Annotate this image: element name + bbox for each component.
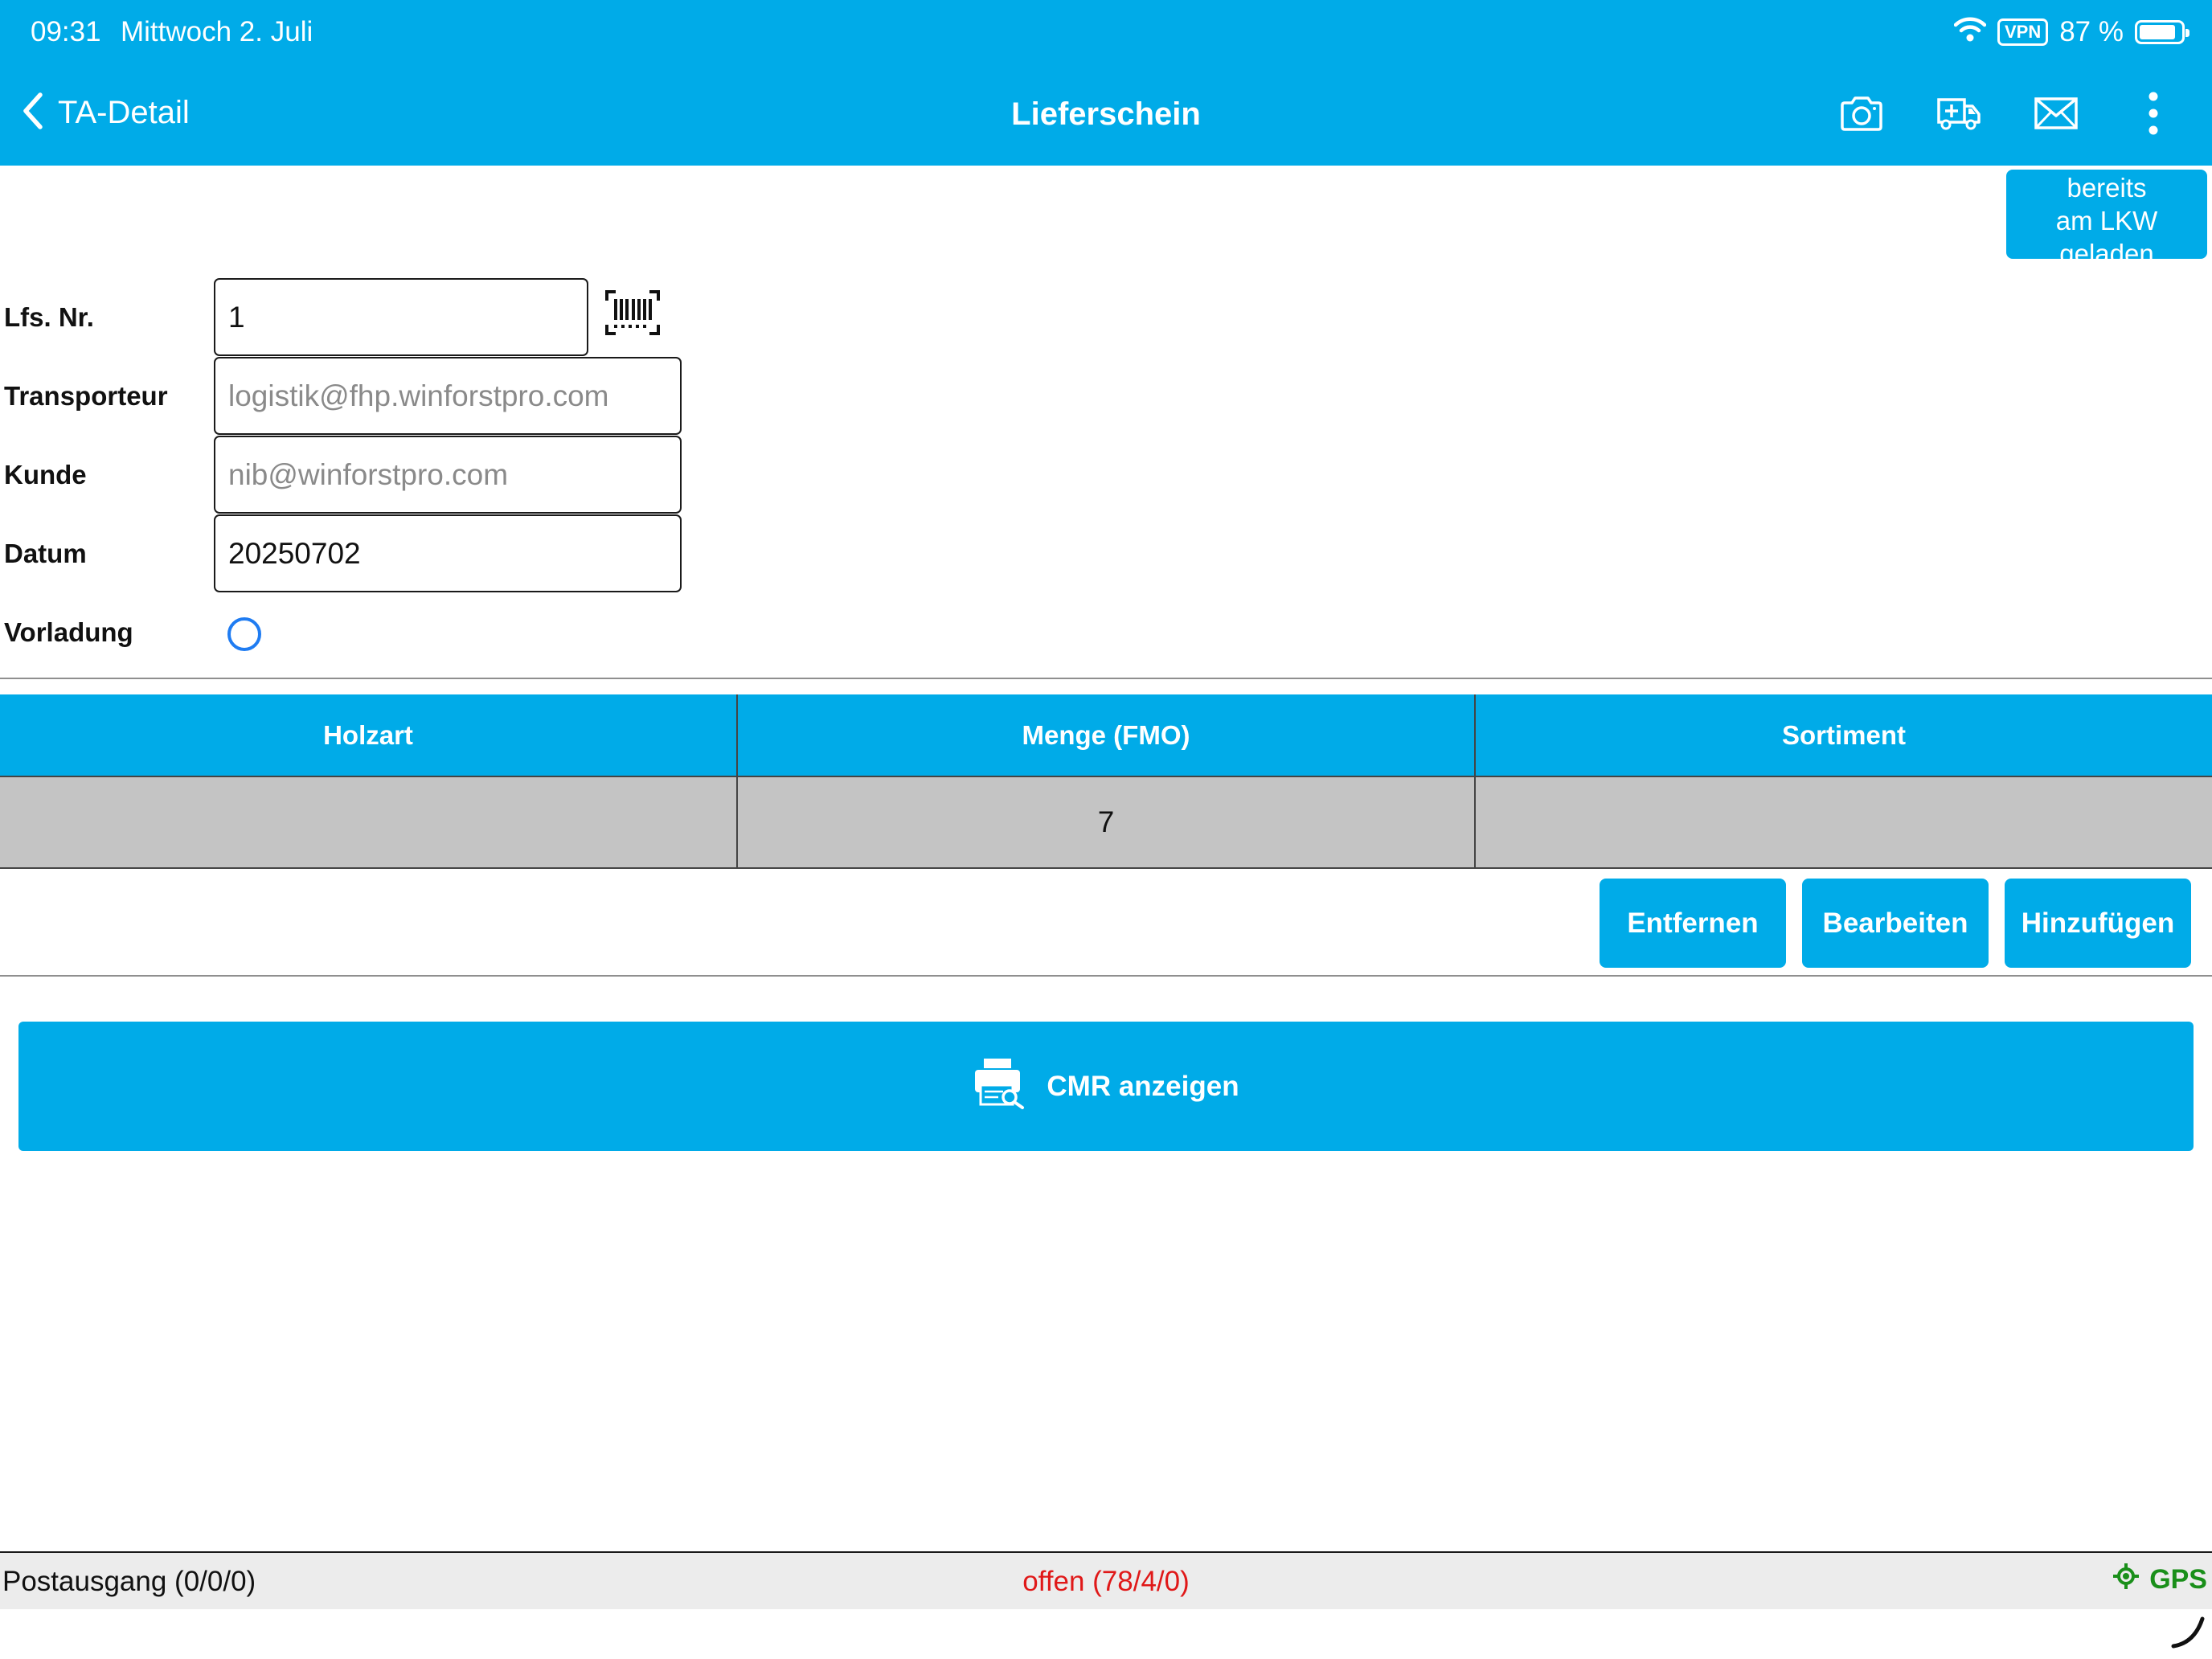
table-row[interactable]: 7	[0, 776, 2212, 869]
datum-label: Datum	[4, 539, 87, 568]
status-indicators: VPN 87 %	[1953, 14, 2189, 50]
back-button[interactable]: TA-Detail	[21, 88, 190, 137]
cell-holzart	[0, 777, 736, 867]
column-header-menge[interactable]: Menge (FMO)	[736, 694, 1474, 776]
datum-input[interactable]	[214, 514, 682, 592]
bottom-status-bar: Postausgang (0/0/0) offen (78/4/0) GPS	[0, 1551, 2212, 1609]
battery-level	[2140, 25, 2175, 39]
more-vertical-icon	[2148, 92, 2159, 139]
gps-icon	[2112, 1563, 2140, 1597]
cell-menge: 7	[736, 777, 1474, 867]
edit-button[interactable]: Bearbeiten	[1802, 879, 1989, 968]
column-header-sortiment[interactable]: Sortiment	[1474, 694, 2212, 776]
barcode-icon	[604, 290, 661, 339]
wifi-icon	[1953, 16, 1987, 49]
show-cmr-label: CMR anzeigen	[1047, 1070, 1239, 1102]
battery-icon	[2135, 20, 2189, 44]
navigation-bar: TA-Detail Lieferschein	[0, 64, 2212, 166]
status-bar: 09:31 Mittwoch 2. Juli VPN 87 %	[0, 0, 2212, 64]
truck-add-icon	[1936, 95, 1981, 136]
camera-button[interactable]	[1835, 88, 1888, 141]
mail-icon	[2034, 96, 2079, 134]
lfs-nr-label: Lfs. Nr.	[4, 302, 94, 332]
column-header-holzart[interactable]: Holzart	[0, 694, 736, 776]
mail-button[interactable]	[2030, 88, 2083, 141]
back-label: TA-Detail	[58, 94, 190, 130]
already-loaded-button[interactable]: bereits am LKW geladen	[2006, 170, 2207, 259]
camera-icon	[1839, 95, 1884, 136]
status-time: 09:31	[31, 16, 101, 47]
vorladung-radio[interactable]	[227, 617, 261, 651]
battery-percentage: 87 %	[2059, 16, 2124, 47]
vpn-badge: VPN	[1997, 18, 2049, 46]
already-loaded-line1: bereits	[2067, 173, 2147, 203]
add-truck-button[interactable]	[1932, 88, 1985, 141]
printer-search-icon	[973, 1056, 1026, 1116]
remove-button[interactable]: Entfernen	[1600, 879, 1786, 968]
show-cmr-button[interactable]: CMR anzeigen	[18, 1022, 2194, 1151]
vorladung-label: Vorladung	[4, 617, 133, 647]
gps-status: GPS	[2112, 1563, 2207, 1597]
form-divider	[0, 678, 2212, 679]
table-header: Holzart Menge (FMO) Sortiment	[0, 694, 2212, 776]
already-loaded-line2: am LKW	[2055, 206, 2158, 236]
transporteur-label: Transporteur	[4, 381, 168, 411]
more-button[interactable]	[2127, 88, 2180, 141]
kunde-input[interactable]	[214, 436, 682, 514]
resize-handle-icon[interactable]	[2170, 1614, 2206, 1649]
gps-label: GPS	[2149, 1564, 2207, 1595]
open-status[interactable]: offen (78/4/0)	[0, 1566, 2212, 1598]
battery-nub	[2185, 29, 2189, 37]
barcode-scan-button[interactable]	[604, 289, 669, 346]
chevron-left-icon	[21, 92, 43, 134]
status-date: Mittwoch 2. Juli	[121, 16, 313, 47]
cell-sortiment	[1474, 777, 2212, 867]
already-loaded-line3: geladen	[2059, 239, 2154, 259]
transporteur-input[interactable]	[214, 357, 682, 435]
kunde-label: Kunde	[4, 460, 87, 490]
add-button[interactable]: Hinzufügen	[2005, 879, 2191, 968]
lfs-nr-input[interactable]	[214, 278, 588, 356]
actions-divider	[0, 975, 2212, 977]
